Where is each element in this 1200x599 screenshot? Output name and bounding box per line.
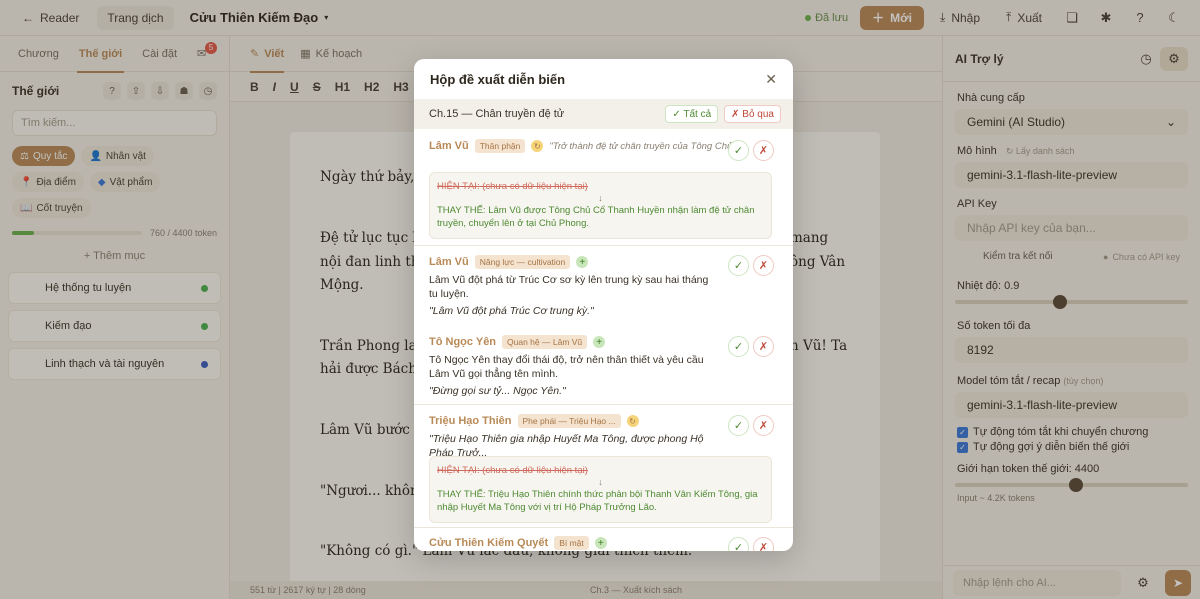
- accept-button[interactable]: ✓: [728, 336, 749, 357]
- update-icon: ↻: [626, 415, 639, 427]
- chapter-bar: Ch.15 — Chân truyền đệ tử ✓ Tất cả ✗ Bỏ …: [414, 99, 793, 129]
- close-icon[interactable]: ✕: [765, 71, 777, 88]
- reject-button[interactable]: ✗: [753, 140, 774, 161]
- accept-button[interactable]: ✓: [728, 255, 749, 276]
- accept-all-button[interactable]: ✓ Tất cả: [665, 105, 719, 123]
- diff-box: HIỆN TẠI: (chưa có dữ liệu hiện tại) ↓ T…: [429, 456, 772, 523]
- arrow-down-icon: ↓: [598, 477, 603, 487]
- accept-button[interactable]: ✓: [728, 415, 749, 436]
- diff-box: HIỆN TẠI: (chưa có dữ liệu hiện tại) ↓ T…: [429, 172, 772, 239]
- skip-button[interactable]: ✗ Bỏ qua: [724, 105, 781, 123]
- reject-button[interactable]: ✗: [753, 537, 774, 551]
- reject-button[interactable]: ✗: [753, 336, 774, 357]
- accept-button[interactable]: ✓: [728, 537, 749, 551]
- modal-title: Hộp đề xuất diễn biến: [430, 71, 566, 87]
- arrow-down-icon: ↓: [598, 193, 603, 203]
- reject-button[interactable]: ✗: [753, 415, 774, 436]
- add-icon: +: [593, 336, 606, 348]
- accept-button[interactable]: ✓: [728, 140, 749, 161]
- reject-button[interactable]: ✗: [753, 255, 774, 276]
- update-icon: ↻: [531, 140, 544, 152]
- add-icon: +: [594, 537, 607, 549]
- suggestion-modal: Hộp đề xuất diễn biến ✕ Ch.15 — Chân tru…: [414, 59, 793, 551]
- add-icon: +: [576, 256, 589, 268]
